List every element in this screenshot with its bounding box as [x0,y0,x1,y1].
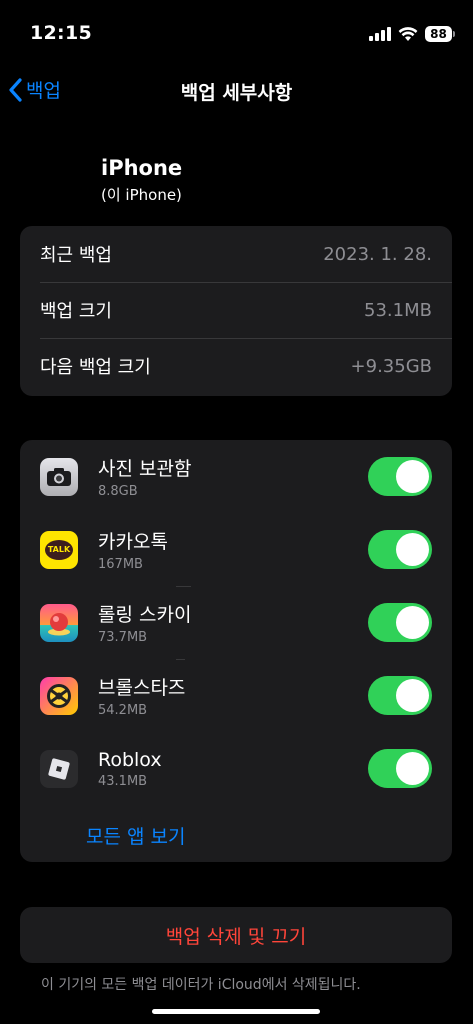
roblox-backup-toggle[interactable] [368,749,432,788]
app-name: Roblox [98,748,162,771]
app-name: 카카오톡 [98,531,168,553]
app-text: Roblox 43.1MB [98,732,162,805]
brawl-stars-icon [40,676,78,715]
device-name: iPhone [101,156,183,180]
kakaotalk-backup-toggle[interactable] [368,530,432,569]
cellular-signal-icon [369,27,391,41]
app-text: 사진 보관함 8.8GB [98,440,191,513]
info-label: 백업 크기 [40,301,112,322]
info-label: 다음 백업 크기 [40,357,151,378]
info-value: 53.1MB [364,299,432,321]
app-row-rolling-sky: 롤링 스카이 73.7MB [20,586,452,659]
app-text: 브롤스타즈 54.2MB [98,659,186,732]
app-size: 73.7MB [98,630,148,645]
next-backup-size-row: 다음 백업 크기 +9.35GB [20,338,452,394]
roblox-icon [40,749,78,788]
app-text: 카카오톡 167MB [98,513,168,586]
status-bar: 12:15 88 [0,0,473,60]
app-size: 8.8GB [98,484,138,499]
kakaotalk-talk-label: TALK [45,539,73,560]
delete-footnote: 이 기기의 모든 백업 데이터가 iCloud에서 삭제됩니다. [41,977,361,993]
last-backup-row: 최근 백업 2023. 1. 28. [20,226,452,282]
app-backup-list: 사진 보관함 8.8GB TALK 카카오톡 167MB 롤링 스카이 73.7… [20,440,452,862]
app-size: 43.1MB [98,773,148,789]
page-title: 백업 세부사항 [180,82,293,104]
app-size: 167MB [98,557,143,572]
app-name: 롤링 스카이 [98,604,192,626]
delete-backup-button[interactable]: 백업 삭제 및 끄기 [20,907,452,963]
see-all-apps-button[interactable]: 모든 앱 보기 [86,822,185,849]
app-name: 브롤스타즈 [98,677,186,699]
app-row-roblox: Roblox 43.1MB [20,732,452,805]
device-subtitle: (이 iPhone) [101,186,182,204]
camera-icon [40,457,78,496]
app-row-brawl-stars: 브롤스타즈 54.2MB [20,659,452,732]
delete-backup-label: 백업 삭제 및 끄기 [165,925,307,948]
rolling-sky-backup-toggle[interactable] [368,603,432,642]
battery-icon: 88 [425,26,455,42]
app-name: 사진 보관함 [98,458,192,480]
wifi-icon [398,26,418,41]
rolling-sky-icon [40,603,78,642]
photos-backup-toggle[interactable] [368,457,432,496]
status-icons: 88 [369,26,455,42]
info-label: 최근 백업 [40,245,112,266]
kakaotalk-icon: TALK [40,530,78,569]
app-row-kakaotalk: TALK 카카오톡 167MB [20,513,452,586]
info-value: 2023. 1. 28. [323,243,432,265]
status-time: 12:15 [30,22,92,44]
info-value: +9.35GB [350,355,432,377]
app-size: 54.2MB [98,703,148,718]
app-row-photos: 사진 보관함 8.8GB [20,440,452,513]
backup-size-row: 백업 크기 53.1MB [20,282,452,338]
device-header: iPhone (이 iPhone) [101,156,182,205]
navigation-bar: 백업 백업 세부사항 [0,70,473,114]
brawl-stars-backup-toggle[interactable] [368,676,432,715]
home-indicator[interactable] [152,1009,320,1014]
battery-level: 88 [425,26,452,42]
app-text: 롤링 스카이 73.7MB [98,586,192,659]
backup-info-group: 최근 백업 2023. 1. 28. 백업 크기 53.1MB 다음 백업 크기… [20,226,452,396]
